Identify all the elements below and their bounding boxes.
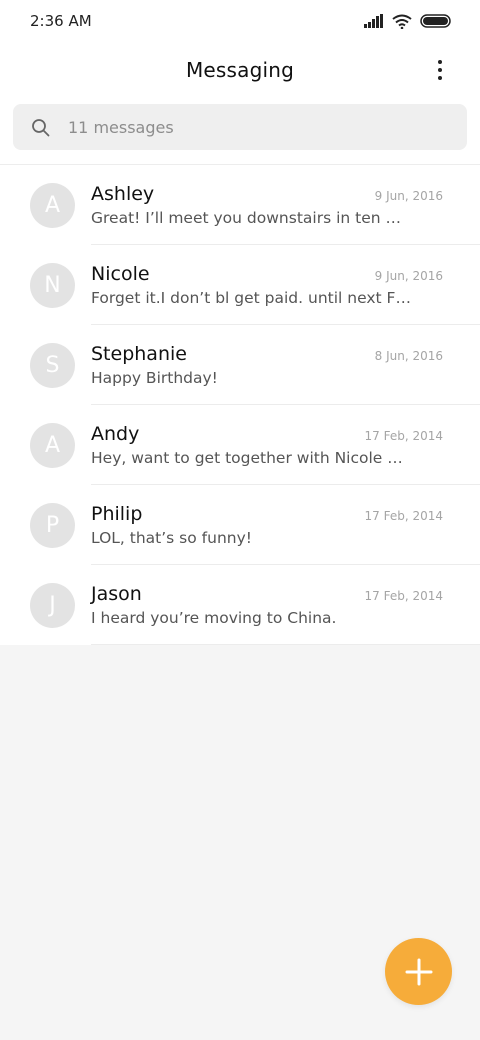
message-date: 17 Feb, 2014 [364,428,444,443]
search-section [0,98,480,165]
message-preview: Happy Birthday! [91,368,218,387]
contact-name: Nicole [91,262,150,285]
message-date: 9 Jun, 2016 [374,268,443,283]
search-bar[interactable] [13,104,467,150]
conversation-content: Philip 17 Feb, 2014 LOL, that’s so funny… [91,485,480,565]
message-preview: I heard you’re moving to China. [91,608,337,627]
avatar: N [30,262,75,308]
message-preview: Hey, want to get together with Nicole … [91,448,403,467]
signal-icon [364,14,383,28]
conversation-content: Jason 17 Feb, 2014 I heard you’re moving… [91,565,480,645]
conversation-content: Ashley 9 Jun, 2016 Great! I’ll meet you … [91,165,480,245]
message-date: 8 Jun, 2016 [374,348,443,363]
avatar: P [30,502,75,548]
status-bar: 2:36 AM [0,0,480,42]
message-preview: Great! I’ll meet you downstairs in ten … [91,208,401,227]
wifi-icon [392,14,412,29]
messaging-screen: 2:36 AM Messaging 11 messages A Ashley 9… [0,0,480,1040]
conversation-item-stephanie[interactable]: S Stephanie 8 Jun, 2016 Happy Birthday! [0,325,480,405]
new-message-button[interactable] [385,938,452,1005]
conversation-item-andy[interactable]: A Andy 17 Feb, 2014 Hey, want to get tog… [0,405,480,485]
top-area: 2:36 AM Messaging 11 messages [0,0,480,165]
conversation-item-philip[interactable]: P Philip 17 Feb, 2014 LOL, that’s so fun… [0,485,480,565]
battery-icon [420,14,451,28]
contact-name: Ashley [91,182,155,205]
conversation-item-jason[interactable]: J Jason 17 Feb, 2014 I heard you’re movi… [0,565,480,645]
contact-name: Andy [91,422,140,445]
conversation-item-nicole[interactable]: N Nicole 9 Jun, 2016 Forget it.I don’t b… [0,245,480,325]
title-bar: Messaging [0,42,480,98]
search-icon [32,118,50,136]
conversation-list: A Ashley 9 Jun, 2016 Great! I’ll meet yo… [0,165,480,645]
conversation-header: Ashley 9 Jun, 2016 [91,183,443,205]
message-preview: LOL, that’s so funny! [91,528,252,547]
contact-name: Philip [91,502,143,525]
more-options-button[interactable] [430,56,450,84]
status-icons [364,14,452,29]
contact-name: Stephanie [91,342,187,365]
conversation-header: Stephanie 8 Jun, 2016 [91,343,443,365]
conversation-header: Jason 17 Feb, 2014 [91,583,443,605]
conversation-item-ashley[interactable]: A Ashley 9 Jun, 2016 Great! I’ll meet yo… [0,165,480,245]
avatar: J [30,582,75,628]
message-date: 17 Feb, 2014 [364,588,444,603]
plus-icon [405,958,432,985]
avatar: A [30,182,75,228]
message-preview: Forget it.I don’t bl get paid. until nex… [91,288,411,307]
conversation-header: Andy 17 Feb, 2014 [91,423,443,445]
message-date: 17 Feb, 2014 [364,508,444,523]
contact-name: Jason [91,582,142,605]
conversation-header: Philip 17 Feb, 2014 [91,503,443,525]
search-input[interactable] [68,117,428,137]
more-vert-icon [438,60,442,80]
conversation-header: Nicole 9 Jun, 2016 [91,263,443,285]
status-time: 2:36 AM [30,12,92,30]
message-date: 9 Jun, 2016 [374,188,443,203]
conversation-content: Nicole 9 Jun, 2016 Forget it.I don’t bl … [91,245,480,325]
conversation-content: Andy 17 Feb, 2014 Hey, want to get toget… [91,405,480,485]
avatar: S [30,342,75,388]
page-title: Messaging [185,58,295,82]
conversation-content: Stephanie 8 Jun, 2016 Happy Birthday! [91,325,480,405]
avatar: A [30,422,75,468]
